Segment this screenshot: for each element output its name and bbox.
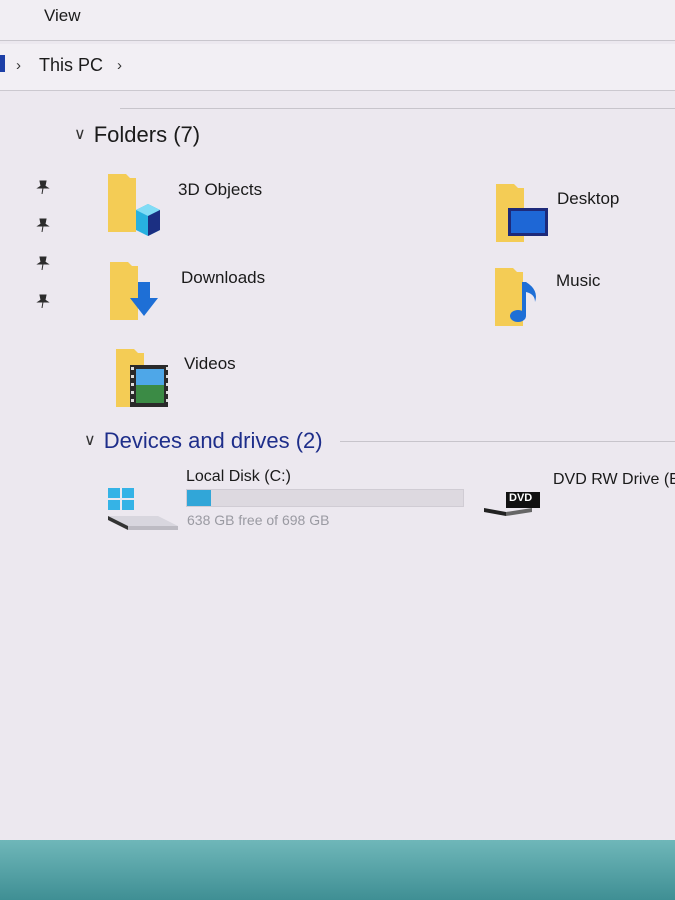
address-bar[interactable]: › This PC › bbox=[0, 44, 675, 91]
chevron-down-icon[interactable]: ∨ bbox=[84, 432, 96, 449]
devices-group-header[interactable]: ∨ Devices and drives (2) bbox=[84, 428, 323, 454]
desktop-icon bbox=[496, 184, 548, 242]
videos-icon bbox=[116, 349, 168, 407]
drive-usage-fill bbox=[187, 490, 211, 506]
breadcrumb-this-pc[interactable]: This PC bbox=[39, 55, 103, 76]
pin-icon bbox=[36, 180, 50, 194]
windows-drive-icon bbox=[108, 488, 178, 530]
divider bbox=[340, 441, 675, 442]
this-pc-icon[interactable] bbox=[0, 55, 5, 72]
folders-group-header[interactable]: ∨ Folders (7) bbox=[74, 122, 200, 148]
pin-icon bbox=[36, 218, 50, 232]
taskbar bbox=[0, 840, 675, 900]
view-tab[interactable]: View bbox=[44, 6, 81, 26]
chevron-down-icon[interactable]: ∨ bbox=[74, 126, 86, 143]
downloads-icon bbox=[110, 262, 158, 320]
pin-icon bbox=[36, 256, 50, 270]
music-icon bbox=[495, 268, 536, 326]
3d-objects-icon bbox=[108, 174, 160, 236]
chevron-right-icon[interactable]: › bbox=[16, 57, 21, 74]
drive-usage-bar bbox=[186, 489, 464, 507]
ribbon: View bbox=[0, 0, 675, 41]
pin-icon bbox=[36, 294, 50, 308]
divider bbox=[120, 108, 675, 109]
chevron-right-icon[interactable]: › bbox=[117, 57, 122, 74]
dvd-badge: DVD bbox=[509, 492, 533, 504]
